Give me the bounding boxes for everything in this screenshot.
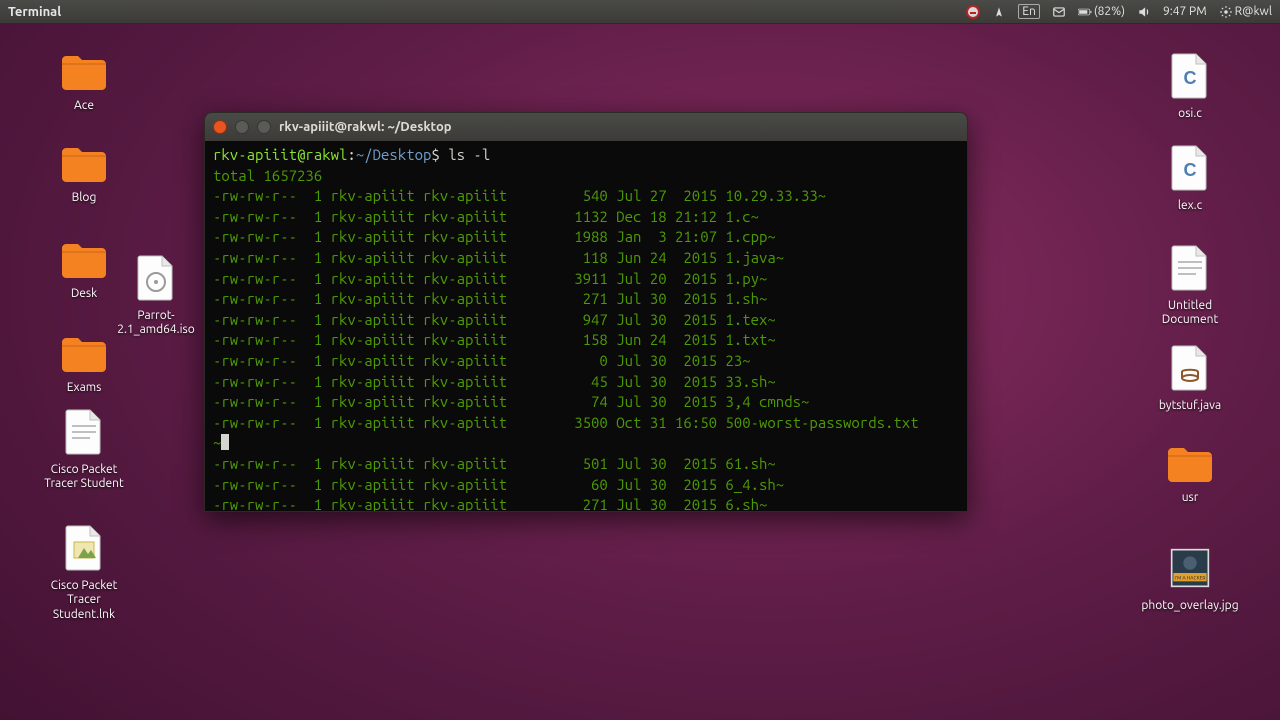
c-icon: C [1170, 144, 1210, 195]
window-minimize-button[interactable] [235, 120, 249, 134]
desktop-icon-label: bytstuf.java [1159, 399, 1221, 413]
desktop-icon[interactable]: Untitled Document [1140, 240, 1240, 332]
image-icon: I'M A HACKER [1170, 544, 1210, 595]
desktop-icon[interactable]: Ace [34, 48, 134, 117]
mail-icon [1052, 5, 1066, 19]
svg-text:C: C [1184, 68, 1197, 88]
folder-icon [60, 334, 108, 377]
folder-icon [60, 52, 108, 95]
link-icon [64, 524, 104, 575]
desktop-icon-label: Cisco Packet Tracer Student [38, 463, 130, 492]
terminal-body[interactable]: rkv-apiiit@rakwl:~/Desktop$ ls -l total … [205, 141, 967, 511]
battery-indicator[interactable]: (82%) [1078, 5, 1125, 19]
session-user: R@kwl [1235, 5, 1272, 18]
clock[interactable]: 9:47 PM [1163, 5, 1207, 18]
svg-text:I'M A HACKER: I'M A HACKER [1174, 575, 1205, 581]
desktop-icon-label: Exams [67, 381, 102, 395]
desktop-icon[interactable]: bytstuf.java [1140, 340, 1240, 417]
doc-icon [1170, 244, 1210, 295]
folder-icon [60, 144, 108, 187]
folder-icon [1166, 444, 1214, 487]
top-menubar: Terminal En (82%) 9:47 PM R@kwl [0, 0, 1280, 24]
doc-icon [64, 408, 104, 459]
desktop-icon-label: Desk [71, 287, 97, 301]
desktop-icon-label: usr [1182, 491, 1199, 505]
svg-text:C: C [1184, 160, 1197, 180]
desktop-icon-label: lex.c [1178, 199, 1202, 213]
window-maximize-button[interactable] [257, 120, 271, 134]
desktop-icon[interactable]: Parrot-2.1_amd64.iso [106, 250, 206, 342]
desktop-icon[interactable]: Clex.c [1140, 140, 1240, 217]
java-icon [1170, 344, 1210, 395]
gear-icon [1219, 5, 1233, 19]
stop-icon [966, 5, 980, 19]
app-menu-title[interactable]: Terminal [8, 5, 61, 19]
keyboard-lang: En [1022, 5, 1036, 18]
desktop-icon[interactable]: usr [1140, 440, 1240, 509]
battery-label: (82%) [1094, 5, 1125, 18]
desktop-icon-label: Cisco Packet Tracer Student.lnk [38, 579, 130, 622]
desktop-icon-label: osi.c [1178, 107, 1202, 121]
folder-icon [60, 240, 108, 283]
desktop-icon[interactable]: Blog [34, 140, 134, 209]
desktop-icon-label: Blog [72, 191, 97, 205]
desktop-icon[interactable]: Cisco Packet Tracer Student [34, 404, 134, 496]
desktop-icon-label: Parrot-2.1_amd64.iso [110, 309, 202, 338]
desktop-icon[interactable]: I'M A HACKER photo_overlay.jpg [1140, 540, 1240, 617]
window-title: rkv-apiiit@rakwl: ~/Desktop [279, 120, 452, 134]
terminal-window[interactable]: rkv-apiiit@rakwl: ~/Desktop rkv-apiiit@r… [204, 112, 968, 512]
desktop-icon[interactable]: Cisco Packet Tracer Student.lnk [34, 520, 134, 626]
session-indicator[interactable]: R@kwl [1219, 5, 1272, 19]
network-icon [992, 5, 1006, 19]
sound-indicator[interactable] [1137, 5, 1151, 19]
speaker-icon [1137, 5, 1151, 19]
network-indicator[interactable] [992, 5, 1006, 19]
desktop-icon[interactable]: Cosi.c [1140, 48, 1240, 125]
messages-indicator[interactable] [1052, 5, 1066, 19]
battery-icon [1078, 5, 1092, 19]
window-close-button[interactable] [213, 120, 227, 134]
keyboard-indicator[interactable]: En [1018, 4, 1040, 19]
desktop-icon-label: Untitled Document [1144, 299, 1236, 328]
c-icon: C [1170, 52, 1210, 103]
update-indicator[interactable] [966, 5, 980, 19]
desktop-icon-label: photo_overlay.jpg [1141, 599, 1238, 613]
window-titlebar[interactable]: rkv-apiiit@rakwl: ~/Desktop [205, 113, 967, 141]
iso-icon [136, 254, 176, 305]
desktop-icon-label: Ace [74, 99, 94, 113]
